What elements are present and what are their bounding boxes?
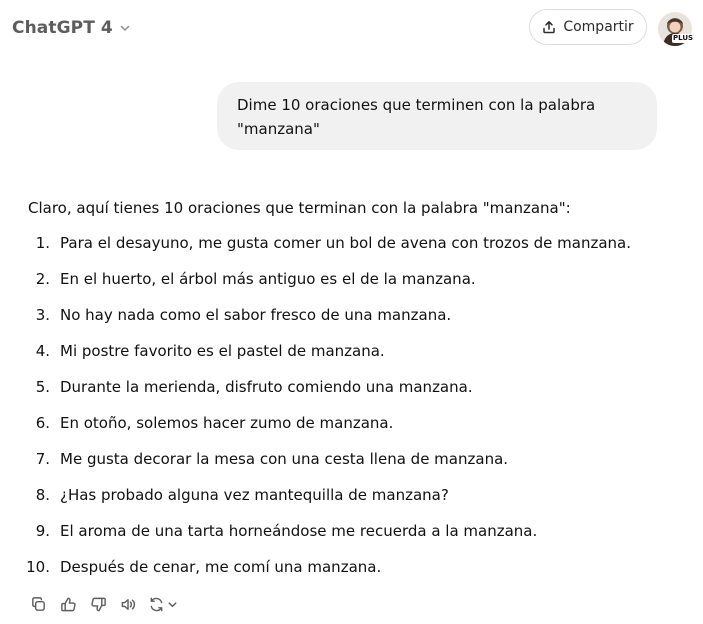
- chevron-down-icon: [168, 601, 177, 607]
- copy-button[interactable]: [28, 594, 48, 614]
- chevron-down-icon: [120, 25, 130, 31]
- list-item: 10. Después de cenar, me comí una manzana…: [0, 555, 703, 591]
- model-name: ChatGPT 4: [12, 18, 113, 38]
- list-number: 7.: [35, 450, 50, 468]
- bad-response-button[interactable]: [88, 594, 108, 614]
- list-text: En otoño, solemos hacer zumo de manzana.: [60, 414, 394, 432]
- list-item: 2. En el huerto, el árbol más antiguo es …: [0, 267, 703, 303]
- list-number: 8.: [35, 486, 50, 504]
- top-header: ChatGPT 4 Compartir PLUS: [0, 0, 703, 56]
- list-text: Mi postre favorito es el pastel de manza…: [60, 342, 385, 360]
- list-number: 4.: [35, 342, 50, 360]
- list-text: El aroma de una tarta horneándose me rec…: [60, 522, 538, 540]
- list-item: 3. No hay nada como el sabor fresco de un…: [0, 303, 703, 339]
- read-aloud-button[interactable]: [118, 594, 138, 614]
- thumbs-up-icon: [60, 597, 76, 611]
- list-number: 10.: [26, 558, 50, 576]
- copy-icon: [31, 596, 45, 611]
- share-button[interactable]: Compartir: [529, 9, 647, 45]
- list-item: 1. Para el desayuno, me gusta comer un bo…: [0, 231, 703, 267]
- list-text: ¿Has probado alguna vez mantequilla de m…: [60, 486, 449, 504]
- list-text: Para el desayuno, me gusta comer un bol …: [60, 234, 631, 252]
- user-message-bubble: Dime 10 oraciones que terminen con la pa…: [217, 82, 657, 150]
- list-number: 5.: [35, 378, 50, 396]
- share-upload-icon: [543, 21, 556, 34]
- list-text: No hay nada como el sabor fresco de una …: [60, 306, 452, 324]
- thumbs-down-icon: [90, 597, 106, 611]
- assistant-intro: Claro, aquí tienes 10 oraciones que term…: [28, 199, 571, 217]
- message-action-bar: [28, 594, 178, 614]
- list-item: 8. ¿Has probado alguna vez mantequilla de…: [0, 483, 703, 519]
- share-label: Compartir: [563, 19, 634, 35]
- assistant-sentence-list: 1. Para el desayuno, me gusta comer un bo…: [0, 231, 703, 591]
- list-number: 3.: [35, 306, 50, 324]
- list-number: 6.: [35, 414, 50, 432]
- list-item: 6. En otoño, solemos hacer zumo de manzan…: [0, 411, 703, 447]
- list-item: 9. El aroma de una tarta horneándose me r…: [0, 519, 703, 555]
- list-number: 9.: [35, 522, 50, 540]
- list-text: En el huerto, el árbol más antiguo es el…: [60, 270, 476, 288]
- list-text: Durante la merienda, disfruto comiendo u…: [60, 378, 473, 396]
- list-item: 5. Durante la merienda, disfruto comiendo…: [0, 375, 703, 411]
- read-aloud-icon: [121, 598, 135, 610]
- list-text: Después de cenar, me comí una manzana.: [60, 558, 382, 576]
- list-text: Me gusta decorar la mesa con una cesta l…: [60, 450, 509, 468]
- list-number: 2.: [35, 270, 50, 288]
- good-response-button[interactable]: [58, 594, 78, 614]
- regenerate-button[interactable]: [148, 596, 178, 613]
- list-number: 1.: [35, 234, 50, 252]
- plus-badge: PLUS: [672, 34, 695, 43]
- regenerate-icon: [150, 597, 163, 611]
- model-selector[interactable]: ChatGPT 4: [12, 16, 131, 40]
- list-item: 4. Mi postre favorito es el pastel de man…: [0, 339, 703, 375]
- list-item: 7. Me gusta decorar la mesa con una cesta…: [0, 447, 703, 483]
